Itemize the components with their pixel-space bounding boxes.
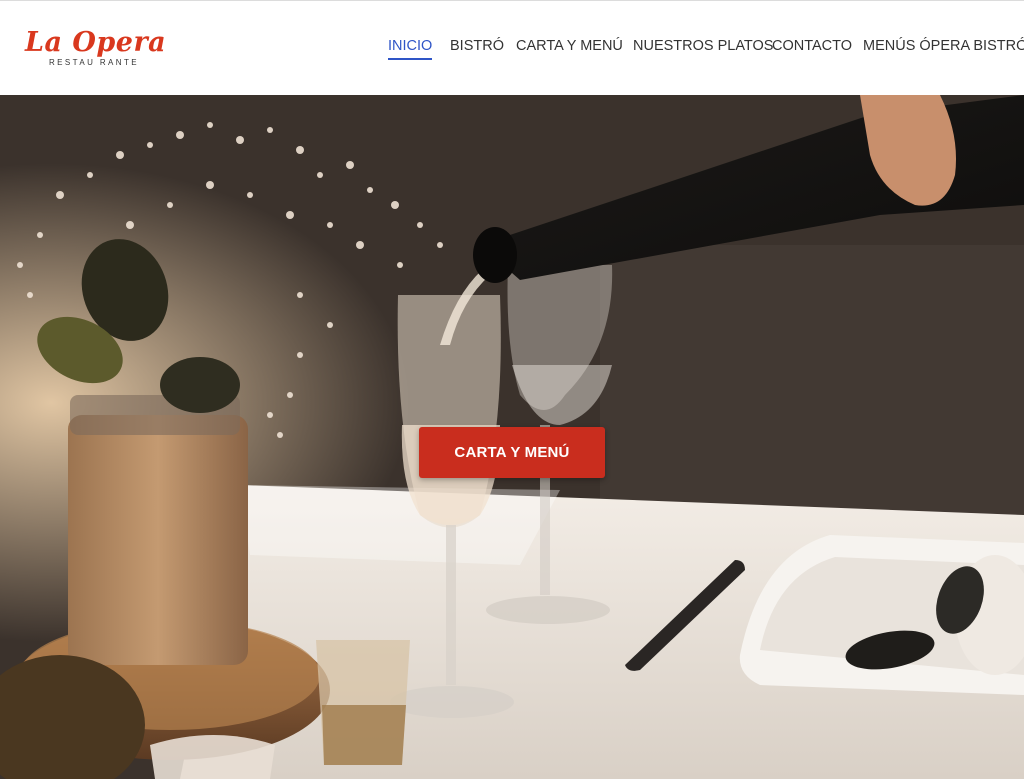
site-header: La Opera RESTAU RANTE INICIO BISTRÓ CART… bbox=[0, 0, 1024, 95]
nav-item-carta-y-menu[interactable]: CARTA Y MENÚ bbox=[516, 37, 623, 55]
nav-item-menus-opera-bistro[interactable]: MENÚS ÓPERA BISTRÓ bbox=[863, 37, 1024, 55]
nav-item-bistro[interactable]: BISTRÓ bbox=[450, 37, 504, 55]
hero-banner: CARTA Y MENÚ bbox=[0, 95, 1024, 779]
nav-item-nuestros-platos[interactable]: NUESTROS PLATOS bbox=[633, 37, 773, 55]
main-nav: INICIO BISTRÓ CARTA Y MENÚ NUESTROS PLAT… bbox=[0, 37, 1024, 61]
nav-item-contacto[interactable]: CONTACTO bbox=[772, 37, 852, 55]
carta-y-menu-button[interactable]: CARTA Y MENÚ bbox=[419, 427, 605, 478]
nav-item-inicio[interactable]: INICIO bbox=[388, 37, 433, 60]
